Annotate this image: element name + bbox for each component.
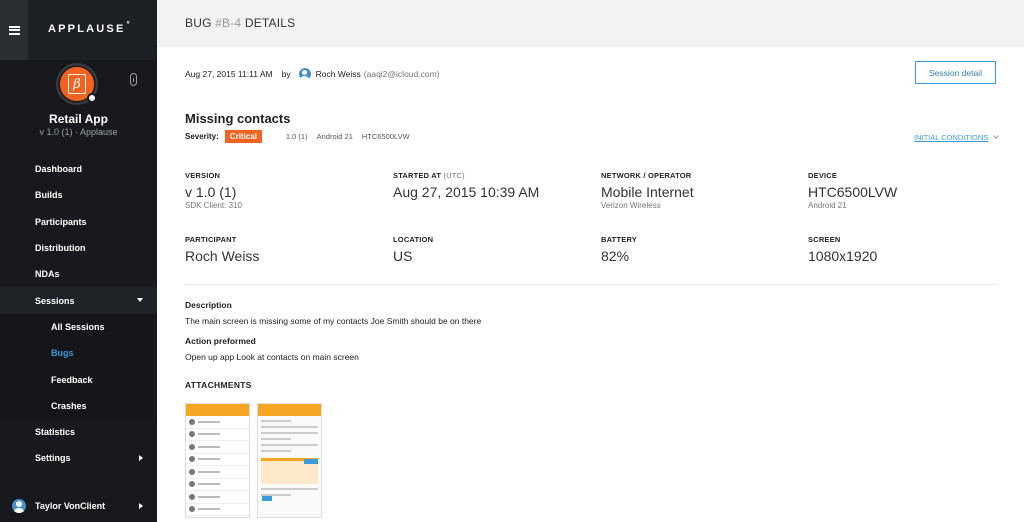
main-content: BUG #B-4 DETAILS Aug 27, 2015 11:11 AM b…	[157, 0, 1024, 522]
author-email: (aaqi2@icloud.com)	[363, 69, 440, 79]
detail-version: VERSION v 1.0 (1) SDK Client: 310	[185, 171, 242, 210]
detail-screen: SCREEN 1080x1920	[808, 235, 878, 264]
severity-row: Severity: Critical 1.0 (1) Android 21 HT…	[185, 130, 419, 143]
detail-battery: BATTERY 82%	[601, 235, 637, 264]
link-icon[interactable]	[130, 73, 137, 86]
tag-device: HTC6500LVW	[361, 132, 410, 141]
chevron-right-icon	[139, 503, 143, 509]
app-version: v 1.0 (1) · Applause	[39, 127, 118, 137]
sidebar-item-participants[interactable]: Participants	[0, 209, 157, 235]
beta-icon: β	[68, 74, 86, 94]
user-menu[interactable]: Taylor VonClient	[0, 490, 157, 522]
detail-device: DEVICE HTC6500LVW Android 21	[808, 171, 898, 210]
attachment-thumbnail-2[interactable]	[257, 403, 322, 518]
sidebar-item-dashboard[interactable]: Dashboard	[0, 156, 157, 182]
page-header: BUG #B-4 DETAILS	[157, 0, 1024, 47]
avatar	[298, 68, 311, 80]
sidebar-header: APPLAUSE°	[0, 0, 157, 60]
sessions-submenu: All Sessions Bugs Feedback Crashes	[0, 313, 157, 419]
app-name: Retail App	[49, 112, 108, 126]
sidebar-item-feedback[interactable]: Feedback	[0, 366, 157, 392]
brand-logo[interactable]: APPLAUSE°	[48, 20, 132, 35]
description-title: Description	[185, 300, 232, 310]
sidebar-item-ndas[interactable]: NDAs	[0, 261, 157, 287]
severity-badge: Critical	[224, 130, 262, 143]
chevron-right-icon	[139, 455, 143, 462]
sidebar-item-distribution[interactable]: Distribution	[0, 235, 157, 261]
app-badge-icon	[87, 93, 97, 103]
menu-icon[interactable]	[0, 0, 28, 60]
sidebar-item-statistics[interactable]: Statistics	[0, 419, 157, 445]
attachment-thumbnail-1[interactable]	[185, 403, 250, 518]
app-logo[interactable]: β	[58, 65, 97, 103]
severity-label: Severity:	[185, 132, 219, 141]
detail-participant: PARTICIPANT Roch Weiss	[185, 235, 260, 264]
sidebar-item-sessions[interactable]: Sessions	[0, 287, 157, 314]
action-title: Action preformed	[185, 336, 256, 346]
author-name[interactable]: Roch Weiss	[316, 69, 361, 79]
bug-title: Missing contacts	[185, 111, 291, 126]
detail-network: NETWORK / OPERATOR Mobile Internet Veriz…	[601, 171, 694, 210]
description-text: The main screen is missing some of my co…	[185, 316, 482, 326]
sidebar-item-all-sessions[interactable]: All Sessions	[0, 314, 157, 340]
sidebar: APPLAUSE° β Retail App v 1.0 (1) · Appla…	[0, 0, 157, 522]
attachments-title: ATTACHMENTS	[185, 380, 252, 390]
page-title: BUG #B-4 DETAILS	[185, 16, 296, 30]
avatar	[12, 499, 26, 513]
bug-meta: Aug 27, 2015 11:11 AM by Roch Weiss (aaq…	[185, 68, 440, 80]
sidebar-item-builds[interactable]: Builds	[0, 182, 157, 208]
session-detail-button[interactable]: Session detail	[915, 61, 996, 84]
sidebar-item-crashes[interactable]: Crashes	[0, 393, 157, 419]
action-text: Open up app Look at contacts on main scr…	[185, 352, 359, 362]
sidebar-item-bugs[interactable]: Bugs	[0, 340, 157, 366]
tag-os: Android 21	[316, 132, 353, 141]
chevron-down-icon	[137, 298, 143, 303]
report-date: Aug 27, 2015 11:11 AM	[185, 69, 273, 79]
sidebar-nav: Dashboard Builds Participants Distributi…	[0, 156, 157, 472]
detail-location: LOCATION US	[393, 235, 434, 264]
initial-conditions-link[interactable]: INITIAL CONDITIONS	[914, 133, 1000, 142]
chevron-down-icon	[993, 133, 1000, 139]
by-label: by	[281, 69, 291, 79]
tag-version: 1.0 (1)	[285, 132, 308, 141]
divider	[185, 284, 996, 285]
sidebar-item-settings[interactable]: Settings	[0, 445, 157, 471]
user-name: Taylor VonClient	[35, 501, 106, 511]
detail-started-at: STARTED AT (UTC) Aug 27, 2015 10:39 AM	[393, 171, 540, 200]
